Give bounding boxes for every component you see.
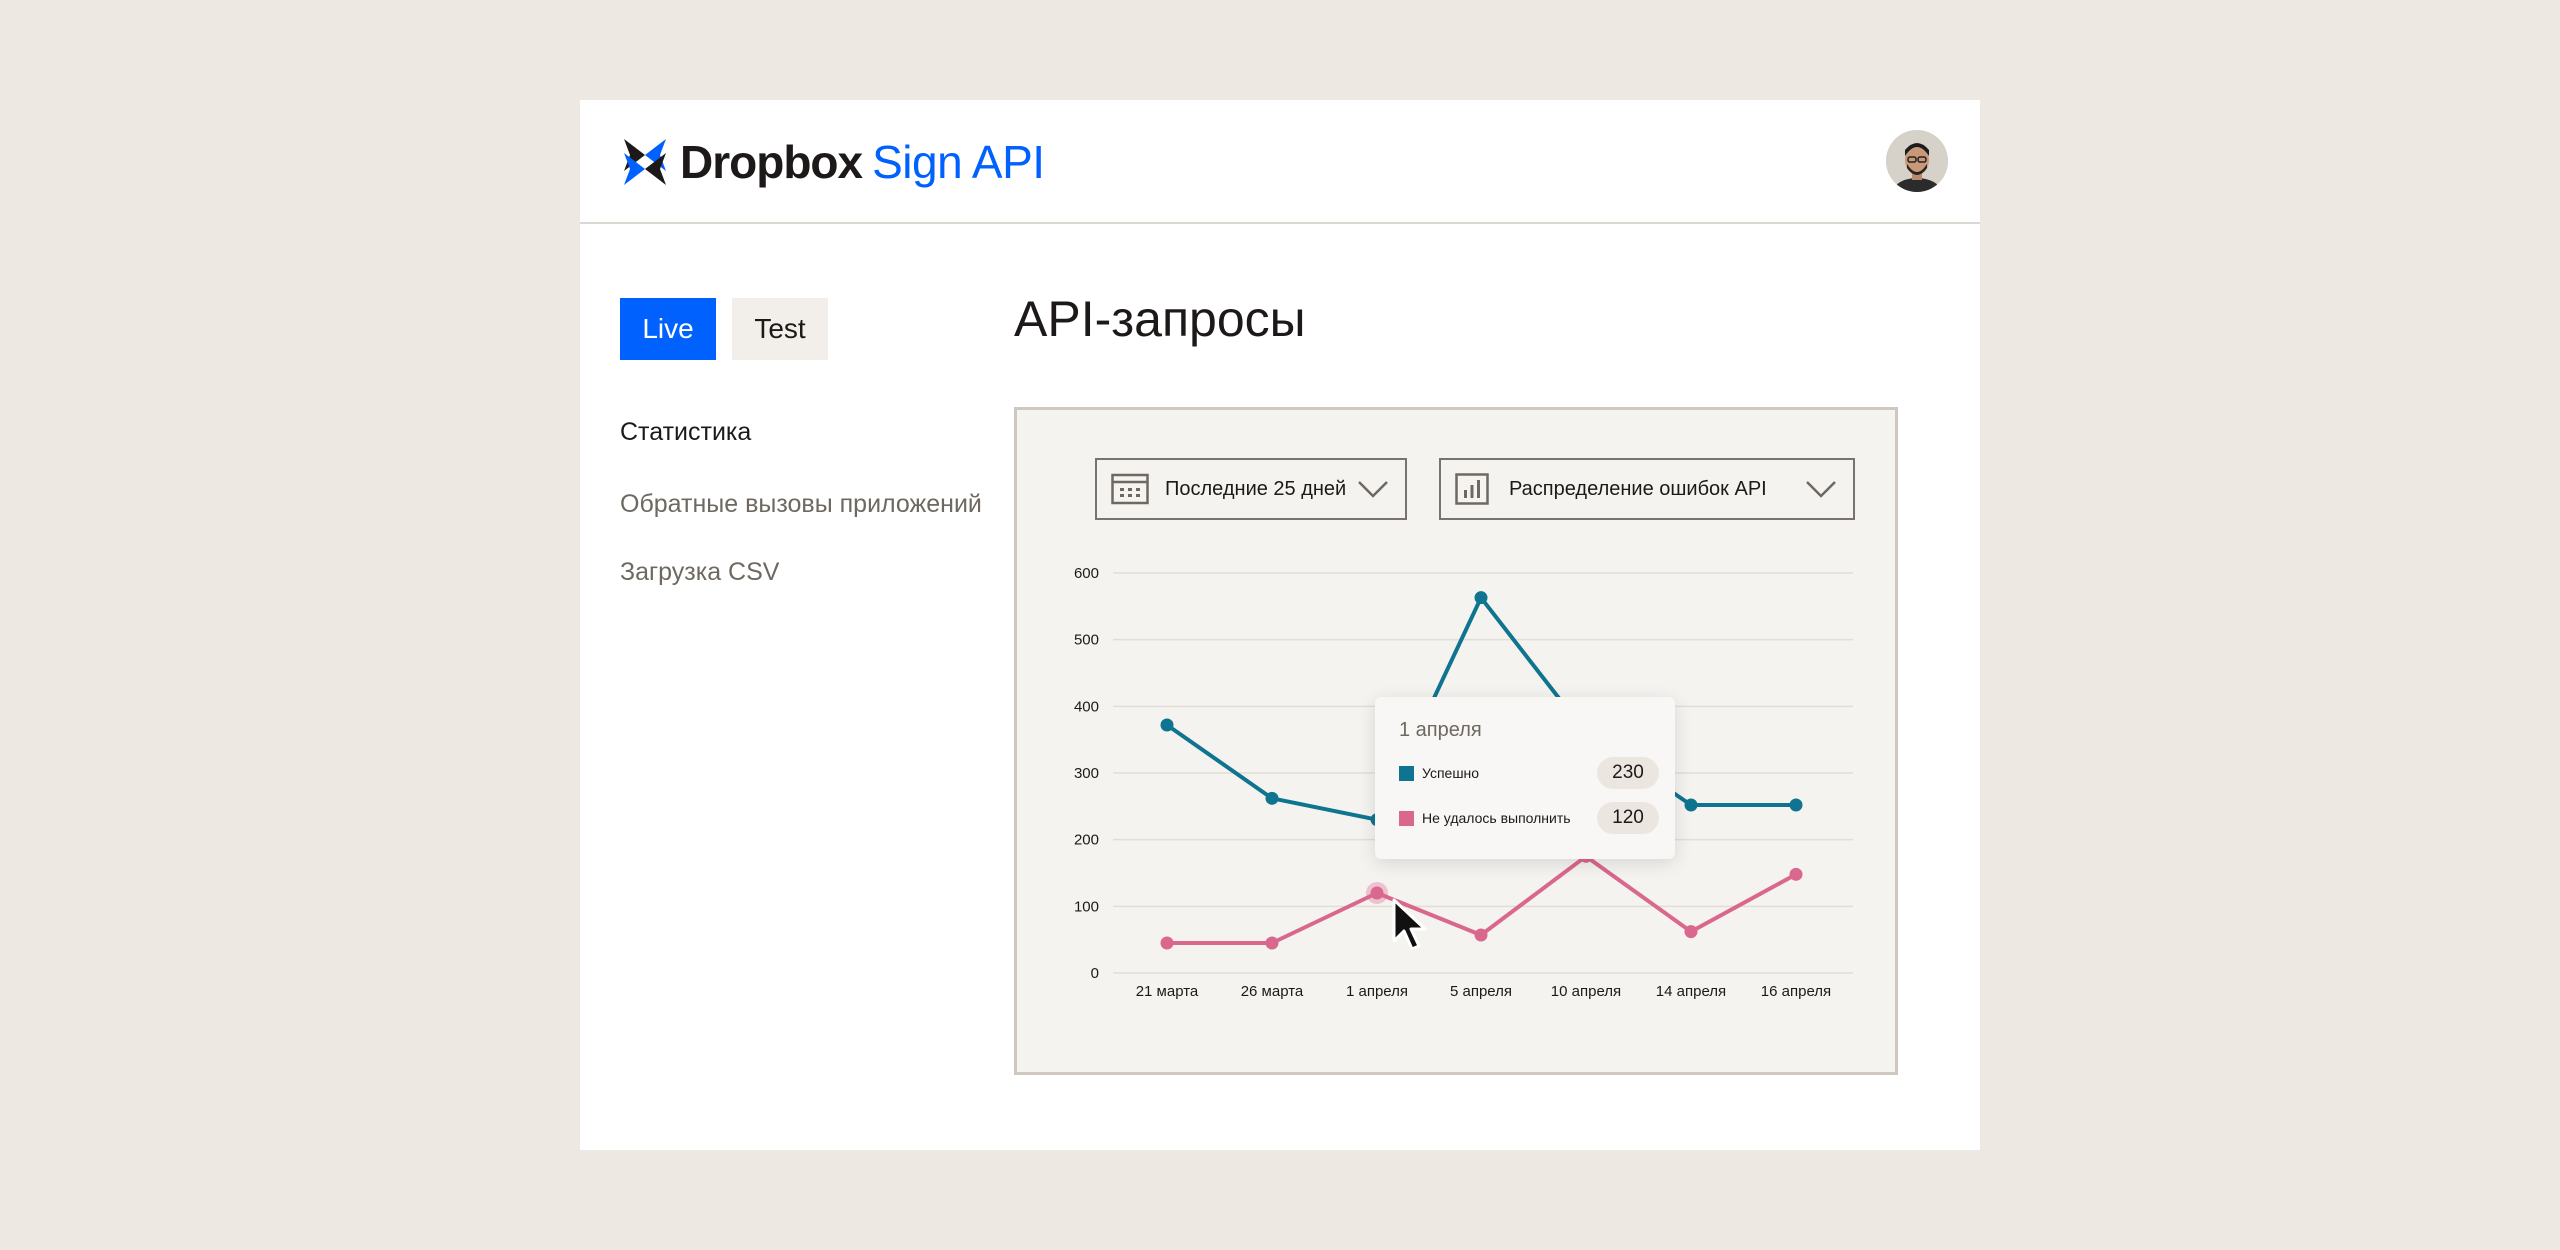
data-point-failed (1160, 936, 1174, 950)
live-button[interactable]: Live (620, 298, 716, 360)
y-tick-label: 0 (1091, 965, 1099, 982)
chart-tooltip: 1 апреля Успешно 230 Не удалось выполнит… (1375, 697, 1675, 859)
date-range-dropdown[interactable]: Последние 25 дней (1095, 458, 1407, 520)
data-point-failed (1370, 886, 1384, 900)
data-point-failed (1265, 936, 1279, 950)
app-header: Dropbox Sign API (580, 100, 1980, 224)
tooltip-row-success: Успешно 230 (1399, 756, 1659, 790)
y-tick-label: 200 (1074, 832, 1099, 849)
chevron-down-icon (1357, 479, 1389, 499)
calendar-icon (1111, 473, 1149, 505)
tooltip-row-failed: Не удалось выполнить 120 (1399, 801, 1659, 835)
tooltip-label: Не удалось выполнить (1422, 810, 1571, 826)
tooltip-label: Успешно (1422, 765, 1480, 781)
data-point-failed (1789, 867, 1803, 881)
chart-panel: 0 100 200 300 400 500 600 21 марта 26 марта 1 апр… (1014, 407, 1898, 1075)
data-point-success (1474, 591, 1488, 605)
x-tick-label: 10 апреля (1551, 983, 1621, 1000)
page-title: API-запросы (1014, 291, 1306, 347)
chevron-down-icon (1805, 479, 1837, 499)
legend-swatch-success (1399, 765, 1414, 781)
logo[interactable]: Dropbox Sign API (624, 136, 1045, 188)
test-button[interactable]: Test (732, 298, 828, 360)
x-tick-label: 1 апреля (1346, 983, 1408, 1000)
legend-swatch-failed (1399, 810, 1414, 826)
x-tick-label: 14 апреля (1656, 983, 1726, 1000)
bar-chart-icon (1455, 473, 1493, 505)
mouse-pointer-icon (1391, 897, 1431, 955)
data-point-success (1160, 718, 1174, 732)
environment-tabs: Live Test (620, 298, 828, 360)
data-point-failed (1474, 928, 1488, 942)
x-tick-label: 16 апреля (1761, 983, 1831, 1000)
tooltip-value: 230 (1597, 757, 1659, 789)
tooltip-value: 120 (1597, 802, 1659, 834)
y-tick-label: 300 (1074, 765, 1099, 782)
nav-item-statistics[interactable]: Статистика (620, 418, 751, 447)
x-tick-label: 5 апреля (1450, 983, 1512, 1000)
nav-item-app-callbacks[interactable]: Обратные вызовы приложений (620, 490, 982, 519)
product-name: Sign API (872, 136, 1045, 188)
data-point-success (1684, 798, 1698, 812)
x-tick-label: 26 марта (1241, 983, 1304, 1000)
dropbox-logo-icon (624, 139, 666, 185)
data-point-success (1789, 798, 1803, 812)
nav-item-csv-download[interactable]: Загрузка CSV (620, 558, 779, 587)
x-tick-label: 21 марта (1136, 983, 1199, 1000)
y-tick-label: 600 (1074, 565, 1099, 582)
y-tick-label: 100 (1074, 898, 1099, 915)
y-tick-label: 500 (1074, 632, 1099, 649)
brand-name: Dropbox (680, 136, 863, 188)
avatar[interactable] (1886, 130, 1948, 192)
metric-label: Распределение ошибок API (1509, 477, 1767, 500)
metric-dropdown[interactable]: Распределение ошибок API (1439, 458, 1855, 520)
data-point-success (1265, 791, 1279, 805)
y-tick-label: 400 (1074, 698, 1099, 715)
date-range-label: Последние 25 дней (1165, 477, 1347, 500)
tooltip-date: 1 апреля (1399, 719, 1482, 741)
app-window: Dropbox Sign API Live Test Статистика Об… (580, 100, 1980, 1150)
data-point-failed (1684, 925, 1698, 939)
